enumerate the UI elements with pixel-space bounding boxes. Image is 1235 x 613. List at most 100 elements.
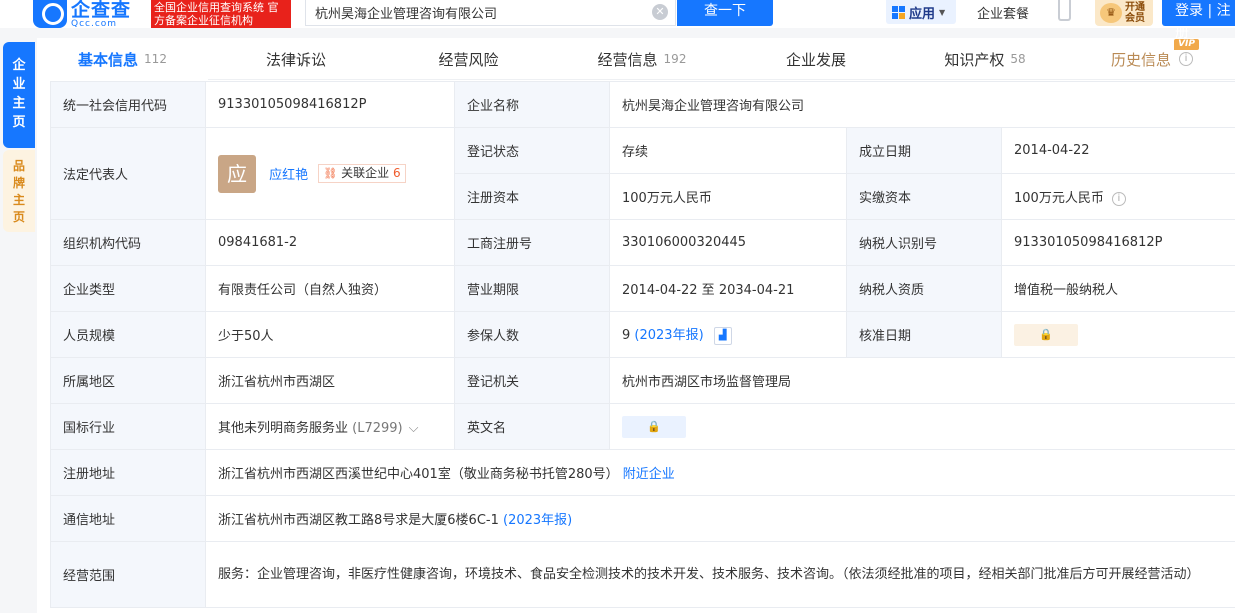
clear-icon[interactable]: ✕: [652, 4, 668, 20]
industry-code: (L7299): [352, 421, 403, 436]
type-value: 有限责任公司（自然人独资）: [205, 265, 455, 312]
field-label: 核准日期: [846, 311, 1002, 358]
field-label: 工商注册号: [454, 219, 610, 266]
annual-report-link[interactable]: (2023年报): [634, 328, 703, 343]
authority-value: 杭州市西湖区市场监督管理局: [608, 357, 1235, 404]
field-label: 法定代表人: [50, 127, 206, 220]
tab-label: 经营风险: [438, 50, 499, 69]
industry-value: 其他未列明商务服务业: [218, 421, 349, 436]
taxpayer-qual-value: 增值税一般纳税人: [1000, 265, 1235, 312]
field-label: 人员规模: [50, 311, 206, 358]
tab-risk[interactable]: 经营风险: [384, 38, 553, 80]
top-bar: 企查查 Qcc.com 全国企业信用查询系统 官方备案企业征信机构 ✕ 查一下 …: [0, 0, 1235, 41]
industry-cell[interactable]: 其他未列明商务服务业 (L7299) ⌵: [205, 403, 455, 450]
related-companies-badge[interactable]: ⛓ 关联企业 6: [318, 164, 406, 183]
phone-icon[interactable]: [1058, 0, 1071, 21]
mail-address-value: 浙江省杭州市西湖区教工路8号求是大厦6楼6C-1: [218, 513, 499, 528]
company-name-value: 杭州昊海企业管理咨询有限公司: [608, 81, 1235, 128]
field-label: 参保人数: [454, 311, 610, 358]
reg-address-value: 浙江省杭州市西湖区西溪世纪中心401室（敬业商务秘书托管280号）: [218, 467, 619, 482]
tab-label: 企业发展: [785, 50, 846, 69]
founded-value: 2014-04-22: [1000, 127, 1235, 174]
search-button[interactable]: 查一下: [677, 0, 773, 26]
link-icon: ⛓: [323, 167, 338, 180]
field-label: 登记机关: [454, 357, 610, 404]
vip-tag: VIP: [1174, 39, 1199, 50]
caret-down-icon: ▼: [939, 7, 946, 17]
side-char: 页: [12, 115, 26, 130]
tab-label: 基本信息: [78, 50, 139, 69]
field-label: 国标行业: [50, 403, 206, 450]
field-label: 企业名称: [454, 81, 610, 128]
site-logo[interactable]: 企查查 Qcc.com 全国企业信用查询系统 官方备案企业征信机构: [33, 0, 291, 29]
tab-label: 法律诉讼: [265, 50, 326, 69]
tab-basic-info[interactable]: 基本信息 112: [37, 38, 208, 80]
legal-rep-link[interactable]: 应红艳: [269, 168, 308, 183]
field-label: 注册资本: [454, 173, 610, 220]
app-menu-label: 应用: [909, 6, 936, 22]
field-label: 纳税人资质: [846, 265, 1002, 312]
table-row: 组织机构代码 09841681-2 工商注册号 330106000320445 …: [50, 219, 1235, 266]
mail-address-cell: 浙江省杭州市西湖区教工路8号求是大厦6楼6C-1 (2023年报): [204, 495, 1235, 542]
field-label: 统一社会信用代码: [50, 81, 206, 128]
table-row: 统一社会信用代码 91330105098416812P 企业名称 杭州昊海企业管…: [50, 81, 1235, 128]
insured-value: 9: [622, 328, 631, 344]
related-label: 关联企业: [341, 166, 390, 180]
reg-address-cell: 浙江省杭州市西湖区西溪世纪中心401室（敬业商务秘书托管280号） 附近企业: [204, 449, 1235, 496]
table-row: 国标行业 其他未列明商务服务业 (L7299) ⌵ 英文名 🔒: [50, 403, 1235, 450]
field-label: 英文名: [454, 403, 610, 450]
field-label: 经营范围: [50, 541, 206, 608]
chevron-down-icon[interactable]: ⌵: [409, 421, 419, 436]
field-label: 所属地区: [50, 357, 206, 404]
tab-history[interactable]: 历史信息 i VIP: [1069, 38, 1235, 80]
field-label: 成立日期: [846, 127, 1002, 174]
logo-icon: [33, 0, 67, 28]
tab-label: 经营信息: [597, 50, 658, 69]
field-label: 营业期限: [454, 265, 610, 312]
biz-reg-value: 330106000320445: [609, 219, 847, 266]
logo-domain: Qcc.com: [71, 19, 118, 29]
side-char: 品: [12, 159, 25, 173]
vip-lock-icon[interactable]: 🔒: [1014, 323, 1078, 346]
logo-name: 企查查: [71, 0, 132, 21]
field-label: 注册地址: [50, 449, 206, 496]
tab-development[interactable]: 企业发展: [731, 38, 901, 80]
tab-operations[interactable]: 经营信息 192: [553, 38, 731, 80]
table-row: 经营范围 服务：企业管理咨询，非医疗性健康咨询，环境技术、食品安全检测技术的技术…: [50, 541, 1235, 608]
nearby-companies-link[interactable]: 附近企业: [623, 467, 675, 482]
field-label: 实缴资本: [846, 173, 1002, 220]
tab-count: 192: [663, 52, 687, 66]
staff-value: 少于50人: [205, 311, 455, 358]
tab-ip[interactable]: 知识产权 58: [901, 38, 1069, 80]
avatar[interactable]: 应: [218, 154, 256, 193]
section-tabs: 基本信息 112 法律诉讼 经营风险 经营信息 192 企业发展 知识产权 58 历史…: [37, 38, 1235, 80]
crown-icon: ♛: [1100, 3, 1122, 23]
login-button[interactable]: 登录 | 注册: [1162, 0, 1235, 41]
tab-label: 历史信息: [1110, 50, 1171, 69]
grid-icon: [892, 5, 905, 19]
annual-report-link[interactable]: (2023年报): [503, 513, 572, 528]
search-input[interactable]: [315, 5, 645, 20]
info-icon[interactable]: i: [1111, 191, 1126, 206]
trend-chart-icon[interactable]: ▟: [713, 326, 732, 345]
company-panel: 基本信息 112 法律诉讼 经营风险 经营信息 192 企业发展 知识产权 58 历史…: [37, 38, 1235, 613]
related-count: 6: [392, 166, 401, 180]
info-icon[interactable]: i: [1179, 52, 1193, 66]
approval-cell: 🔒: [1000, 311, 1235, 358]
logo-badge: 全国企业信用查询系统 官方备案企业征信机构: [151, 0, 291, 28]
app-menu-button[interactable]: 应用 ▼: [886, 0, 956, 24]
side-tab-brand[interactable]: 品 牌 主 页: [3, 150, 35, 232]
tab-count: 58: [1010, 52, 1026, 66]
table-row: 注册地址 浙江省杭州市西湖区西溪世纪中心401室（敬业商务秘书托管280号） 附…: [50, 449, 1235, 496]
table-row: 所属地区 浙江省杭州市西湖区 登记机关 杭州市西湖区市场监督管理局: [50, 357, 1235, 404]
lock-icon[interactable]: 🔒: [622, 415, 686, 438]
side-tab-company[interactable]: 企 业 主 页: [3, 42, 35, 148]
basic-info-table: 统一社会信用代码 91330105098416812P 企业名称 杭州昊海企业管…: [50, 81, 1235, 608]
side-char: 页: [12, 210, 25, 224]
suite-link[interactable]: 企业套餐: [977, 3, 1029, 22]
tab-legal[interactable]: 法律诉讼: [208, 38, 384, 80]
side-char: 牌: [12, 176, 25, 190]
vip-button[interactable]: ♛ 开通会员: [1095, 0, 1153, 26]
field-label: 通信地址: [50, 495, 206, 542]
paid-capital-value: 100万元人民币: [1014, 191, 1104, 206]
